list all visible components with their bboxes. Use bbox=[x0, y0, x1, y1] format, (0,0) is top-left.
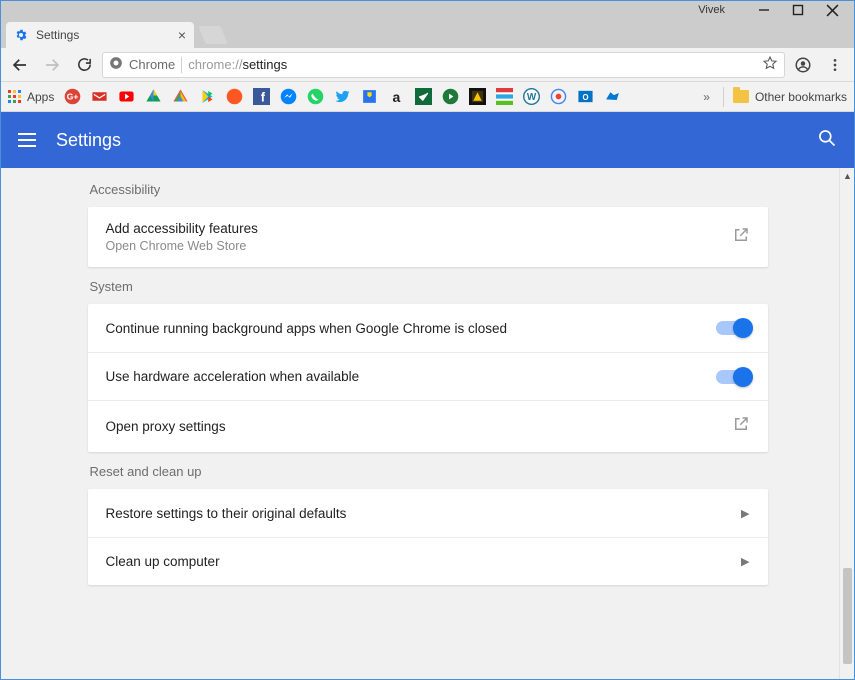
svg-text:O: O bbox=[582, 93, 588, 102]
section-label-accessibility: Accessibility bbox=[88, 170, 768, 207]
window-close-button[interactable] bbox=[815, 0, 849, 20]
window-maximize-button[interactable] bbox=[781, 0, 815, 20]
system-card: Continue running background apps when Go… bbox=[88, 304, 768, 452]
proxy-settings-row[interactable]: Open proxy settings bbox=[88, 400, 768, 452]
bookmark-icon[interactable] bbox=[279, 88, 297, 106]
external-link-icon bbox=[732, 226, 750, 249]
bookmark-icon[interactable] bbox=[171, 88, 189, 106]
tab-title: Settings bbox=[36, 28, 79, 42]
page-title: Settings bbox=[56, 130, 121, 151]
gear-icon bbox=[14, 28, 28, 42]
bookmark-icon[interactable] bbox=[495, 88, 513, 106]
bookmark-icon[interactable] bbox=[306, 88, 324, 106]
search-button[interactable] bbox=[817, 128, 837, 153]
row-title: Clean up computer bbox=[106, 554, 220, 569]
scroll-thumb[interactable] bbox=[843, 568, 852, 664]
bookmarks-bar: Apps G+ f a W O » Other bookmarks bbox=[0, 82, 855, 112]
bookmark-icon[interactable] bbox=[225, 88, 243, 106]
row-subtitle: Open Chrome Web Store bbox=[106, 239, 258, 253]
section-label-system: System bbox=[88, 267, 768, 304]
bookmark-icon[interactable] bbox=[414, 88, 432, 106]
row-title: Restore settings to their original defau… bbox=[106, 506, 347, 521]
tab-close-button[interactable]: × bbox=[178, 28, 186, 42]
hardware-accel-toggle[interactable] bbox=[716, 370, 750, 384]
bookmark-icon[interactable] bbox=[333, 88, 351, 106]
scroll-up-button[interactable]: ▲ bbox=[840, 168, 855, 184]
forward-button[interactable] bbox=[38, 51, 66, 79]
folder-icon bbox=[733, 90, 749, 103]
browser-toolbar: Chrome chrome://settings bbox=[0, 48, 855, 82]
profile-button[interactable] bbox=[789, 51, 817, 79]
browser-menu-button[interactable] bbox=[821, 51, 849, 79]
window-minimize-button[interactable] bbox=[747, 0, 781, 20]
other-bookmarks-button[interactable]: Other bookmarks bbox=[733, 90, 847, 104]
accessibility-card: Add accessibility features Open Chrome W… bbox=[88, 207, 768, 267]
svg-text:G+: G+ bbox=[67, 91, 79, 101]
bookmark-icon[interactable] bbox=[468, 88, 486, 106]
row-title: Open proxy settings bbox=[106, 419, 226, 434]
apps-label: Apps bbox=[27, 90, 54, 104]
bookmark-icon[interactable] bbox=[144, 88, 162, 106]
row-title: Continue running background apps when Go… bbox=[106, 321, 508, 336]
add-accessibility-features-row[interactable]: Add accessibility features Open Chrome W… bbox=[88, 207, 768, 267]
back-button[interactable] bbox=[6, 51, 34, 79]
menu-button[interactable] bbox=[18, 133, 36, 147]
other-bookmarks-label: Other bookmarks bbox=[755, 90, 847, 104]
bookmark-icon[interactable] bbox=[441, 88, 459, 106]
bookmark-icon[interactable]: O bbox=[576, 88, 594, 106]
hardware-accel-row[interactable]: Use hardware acceleration when available bbox=[88, 352, 768, 400]
tab-strip: Settings × bbox=[0, 20, 855, 48]
apps-icon bbox=[8, 90, 21, 103]
bookbar-divider bbox=[723, 87, 724, 107]
address-bar[interactable]: Chrome chrome://settings bbox=[102, 52, 785, 78]
svg-text:W: W bbox=[527, 92, 537, 103]
apps-button[interactable]: Apps bbox=[8, 90, 54, 104]
row-title: Add accessibility features bbox=[106, 221, 258, 236]
clean-up-computer-row[interactable]: Clean up computer ▶ bbox=[88, 537, 768, 585]
vertical-scrollbar[interactable]: ▲ bbox=[839, 168, 855, 680]
settings-header: Settings bbox=[0, 112, 855, 168]
browser-tab[interactable]: Settings × bbox=[6, 22, 194, 48]
bookmark-icon[interactable]: f bbox=[252, 88, 270, 106]
bookmark-icon[interactable]: W bbox=[522, 88, 540, 106]
external-link-icon bbox=[732, 415, 750, 438]
bookmark-icon[interactable] bbox=[360, 88, 378, 106]
restore-defaults-row[interactable]: Restore settings to their original defau… bbox=[88, 489, 768, 537]
row-title: Use hardware acceleration when available bbox=[106, 369, 360, 384]
bookmark-star-icon[interactable] bbox=[762, 55, 778, 74]
reload-button[interactable] bbox=[70, 51, 98, 79]
chevron-right-icon: ▶ bbox=[741, 507, 749, 520]
chevron-right-icon: ▶ bbox=[741, 555, 749, 568]
bookmarks-overflow-button[interactable]: » bbox=[699, 90, 714, 104]
bookmark-icon[interactable] bbox=[549, 88, 567, 106]
bookmark-icon[interactable] bbox=[603, 88, 621, 106]
background-apps-row[interactable]: Continue running background apps when Go… bbox=[88, 304, 768, 352]
url-scheme: chrome:// bbox=[188, 57, 242, 72]
omnibox-separator bbox=[181, 57, 182, 73]
url-path: settings bbox=[242, 57, 287, 72]
reset-card: Restore settings to their original defau… bbox=[88, 489, 768, 585]
svg-text:f: f bbox=[261, 89, 266, 104]
bookmark-icon[interactable] bbox=[90, 88, 108, 106]
bookmark-icon[interactable]: G+ bbox=[63, 88, 81, 106]
origin-label: Chrome bbox=[129, 57, 175, 72]
chrome-page-icon bbox=[109, 56, 123, 73]
section-label-reset: Reset and clean up bbox=[88, 452, 768, 489]
background-apps-toggle[interactable] bbox=[716, 321, 750, 335]
bookmark-icon[interactable] bbox=[198, 88, 216, 106]
window-user-label: Vivek bbox=[698, 4, 725, 16]
bookmark-icon[interactable]: a bbox=[387, 88, 405, 106]
new-tab-button[interactable] bbox=[198, 26, 227, 44]
bookmark-icon[interactable] bbox=[117, 88, 135, 106]
settings-content: Accessibility Add accessibility features… bbox=[0, 168, 855, 680]
window-titlebar: Vivek bbox=[0, 0, 855, 20]
